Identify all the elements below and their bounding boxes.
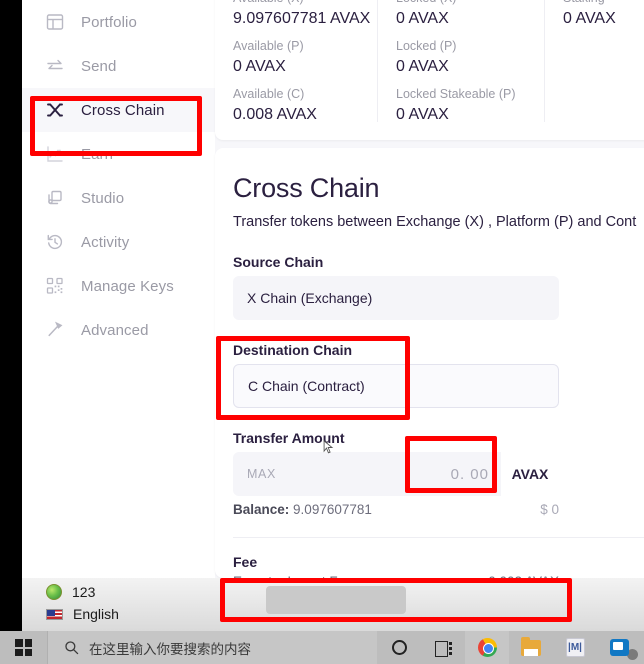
transfer-amount-value: 0. 00 <box>450 465 489 483</box>
balance-label: Available (X) <box>233 0 362 7</box>
balance-column-locked: Locked (X) 0 AVAX Locked (P) 0 AVAX Lock… <box>378 0 545 140</box>
sidebar-item-send[interactable]: Send <box>22 44 215 88</box>
sidebar-item-activity[interactable]: Activity <box>22 220 215 264</box>
page-title: Cross Chain <box>233 173 380 203</box>
sidebar-item-label: Earn <box>81 145 114 163</box>
source-chain-select[interactable]: X Chain (Exchange) <box>233 276 559 320</box>
sidebar-item-advanced[interactable]: Advanced <box>22 308 215 352</box>
balance-label: Locked (P) <box>396 39 457 53</box>
sidebar-item-label: Send <box>81 57 117 75</box>
balance-value: 0 AVAX <box>396 106 449 123</box>
source-chain-label: Source Chain <box>233 254 324 270</box>
windows-start-icon[interactable] <box>0 631 47 664</box>
balance-line: Balance: 9.097607781 $ 0 <box>233 502 559 517</box>
transfer-amount-label: Transfer Amount <box>233 430 345 446</box>
sidebar: Portfolio Send Cross Chain Earn Studio A… <box>22 0 215 578</box>
ime-language-bar: 123 English <box>22 578 644 631</box>
usd-value: $ 0 <box>540 502 559 517</box>
balance-value: 0 AVAX <box>396 58 449 75</box>
portfolio-icon <box>45 12 65 32</box>
sidebar-item-label: Studio <box>81 189 125 207</box>
main-content: Available (X) 9.097607781 AVAX Available… <box>215 0 644 643</box>
balance-value: 0 AVAX <box>563 10 616 27</box>
cross-chain-icon <box>45 100 65 120</box>
left-black-gutter <box>0 0 22 631</box>
destination-chain-label: Destination Chain <box>233 342 353 358</box>
max-button[interactable]: MAX <box>247 467 276 481</box>
balance-label: Available (P) <box>233 39 304 53</box>
balance-label: Available (C) <box>233 87 305 101</box>
source-chain-value: X Chain (Exchange) <box>247 290 373 306</box>
sidebar-item-label: Portfolio <box>81 13 137 31</box>
sidebar-item-label: Advanced <box>81 321 149 339</box>
destination-chain-value: C Chain (Contract) <box>248 378 365 394</box>
mindmaster-icon[interactable]: |M| <box>553 631 597 664</box>
transfer-amount-input[interactable]: MAX 0. 00 <box>233 452 501 496</box>
send-icon <box>45 56 65 76</box>
balance-value: 0 AVAX <box>233 58 286 75</box>
taskbar-search-placeholder: 在这里输入你要搜索的内容 <box>89 641 251 657</box>
chrome-icon[interactable] <box>465 631 638 664</box>
task-view-icon[interactable] <box>421 631 465 664</box>
balance-value: 0 AVAX <box>396 10 449 27</box>
transfer-amount-row: MAX 0. 00 AVAX <box>233 452 559 496</box>
balance-text: Balance: 9.097607781 <box>233 502 372 517</box>
balance-column-staking: Staking 0 AVAX <box>545 0 644 140</box>
page-subtitle: Transfer tokens between Exchange (X) , P… <box>233 214 637 230</box>
ime-language-label: English <box>73 606 119 622</box>
cross-chain-panel: Cross Chain Transfer tokens between Exch… <box>215 148 644 643</box>
destination-chain-select[interactable]: C Chain (Contract) <box>233 364 559 408</box>
search-icon <box>65 641 79 655</box>
sidebar-item-label: Cross Chain <box>81 101 165 119</box>
sidebar-item-cross-chain[interactable]: Cross Chain <box>22 88 215 132</box>
file-explorer-icon[interactable] <box>509 631 553 664</box>
sidebar-item-earn[interactable]: Earn <box>22 132 215 176</box>
mouse-cursor <box>323 440 334 454</box>
cortana-icon[interactable] <box>377 631 421 664</box>
fee-title: Fee <box>233 554 258 570</box>
sidebar-item-label: Manage Keys <box>81 277 174 295</box>
balance-label: Staking <box>563 0 644 7</box>
studio-icon <box>45 188 65 208</box>
balance-value: 0.008 AVAX <box>233 106 317 123</box>
sidebar-item-label: Activity <box>81 233 130 251</box>
balance-column-available: Available (X) 9.097607781 AVAX Available… <box>215 0 378 140</box>
balance-label: Locked Stakeable (P) <box>396 87 516 101</box>
amount-unit-label: AVAX <box>501 452 559 496</box>
globe-icon <box>46 584 62 600</box>
balance-label: Locked (X) <box>396 0 529 7</box>
balance-value: 9.097607781 AVAX <box>233 10 371 27</box>
advanced-icon <box>45 320 65 340</box>
ime-candidate-box[interactable] <box>266 586 406 614</box>
us-flag-icon <box>46 608 63 620</box>
sidebar-item-studio[interactable]: Studio <box>22 176 215 220</box>
manage-keys-icon <box>45 276 65 296</box>
ime-input-mode-label: 123 <box>72 584 96 600</box>
sidebar-item-manage-keys[interactable]: Manage Keys <box>22 264 215 308</box>
taskbar-search-input[interactable]: 在这里输入你要搜索的内容 <box>47 631 377 664</box>
app-root: Portfolio Send Cross Chain Earn Studio A… <box>0 0 644 664</box>
activity-icon <box>45 232 65 252</box>
taskbar-icons: |M| <box>377 631 641 664</box>
earn-icon <box>45 144 65 164</box>
sidebar-item-portfolio[interactable]: Portfolio <box>22 0 215 44</box>
balance-amount: 9.097607781 <box>293 502 372 517</box>
balance-summary-card: Available (X) 9.097607781 AVAX Available… <box>215 0 644 140</box>
section-divider <box>233 537 644 538</box>
windows-taskbar: 在这里输入你要搜索的内容 |M| <box>0 631 644 664</box>
balance-prefix: Balance: <box>233 502 290 517</box>
